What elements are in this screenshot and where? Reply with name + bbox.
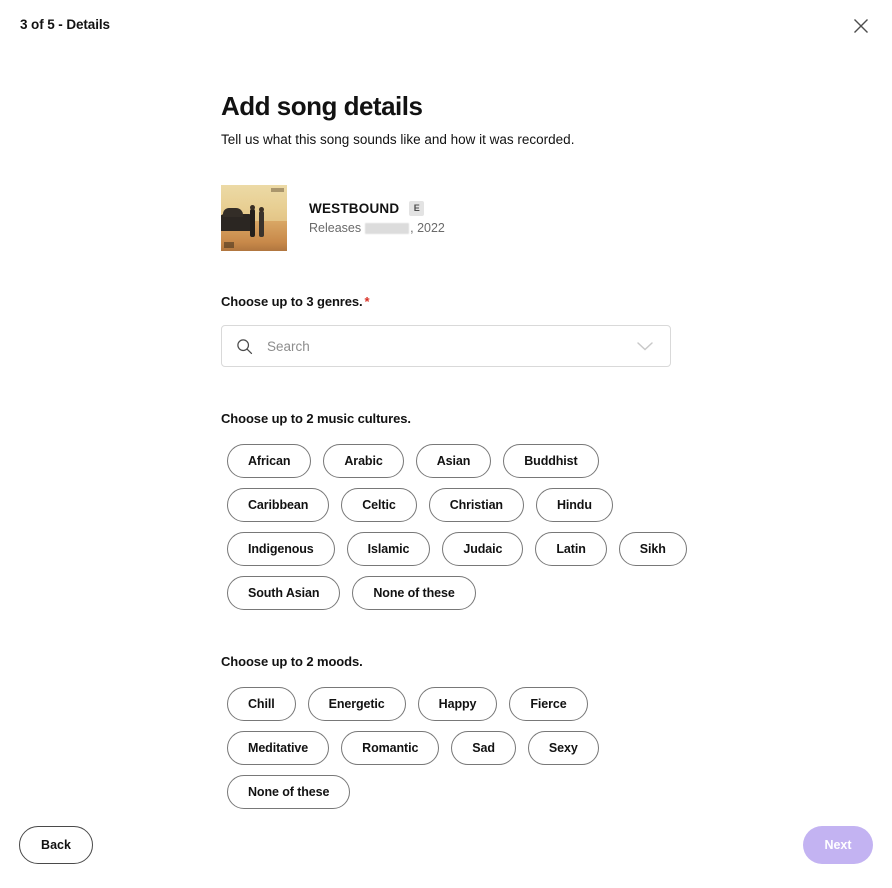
song-summary-card: WESTBOUND E Releases , 2022: [221, 185, 701, 252]
cultures-label: Choose up to 2 music cultures.: [221, 411, 411, 427]
chip-latin[interactable]: Latin: [535, 532, 607, 567]
moods-section: Choose up to 2 moods. Chill Energetic Ha…: [221, 654, 701, 810]
explicit-badge: E: [409, 201, 425, 217]
moods-row-3: None of these: [227, 775, 701, 810]
chip-energetic[interactable]: Energetic: [307, 687, 406, 722]
genres-label-text: Choose up to 3 genres.: [221, 294, 363, 310]
genre-search-box[interactable]: [221, 325, 671, 368]
release-year: , 2022: [410, 221, 445, 236]
moods-row-2: Meditative Romantic Sad Sexy: [227, 731, 701, 766]
back-button[interactable]: Back: [19, 826, 93, 864]
cultures-chip-group: African Arabic Asian Buddhist Caribbean …: [221, 444, 701, 611]
cover-parental-advisory-mark: [224, 242, 234, 249]
song-title: WESTBOUND: [309, 201, 400, 217]
step-indicator: 3 of 5 - Details: [20, 17, 110, 32]
add-song-details-page: 3 of 5 - Details Add song details Tell u…: [0, 0, 892, 888]
chip-buddhist[interactable]: Buddhist: [503, 444, 599, 479]
song-title-row: WESTBOUND E: [309, 201, 445, 217]
song-release-date: Releases , 2022: [309, 221, 445, 235]
chip-celtic[interactable]: Celtic: [341, 488, 417, 523]
chip-happy[interactable]: Happy: [417, 687, 498, 722]
close-icon: [851, 16, 871, 36]
page-subtitle: Tell us what this song sounds like and h…: [221, 131, 575, 147]
moods-row-1: Chill Energetic Happy Fierce: [227, 687, 701, 722]
cultures-row-2: Caribbean Celtic Christian Hindu: [227, 488, 701, 523]
chip-romantic[interactable]: Romantic: [341, 731, 440, 766]
moods-label: Choose up to 2 moods.: [221, 654, 363, 670]
song-metadata: WESTBOUND E Releases , 2022: [309, 201, 445, 235]
chip-asian[interactable]: Asian: [415, 444, 492, 479]
chip-indigenous[interactable]: Indigenous: [227, 532, 335, 567]
cover-figure-right: [259, 206, 265, 237]
chip-sad[interactable]: Sad: [451, 731, 516, 766]
chip-sikh[interactable]: Sikh: [618, 532, 687, 567]
cultures-row-4: South Asian None of these: [227, 576, 701, 611]
cover-top-mark: [271, 188, 284, 193]
close-button[interactable]: [848, 13, 874, 39]
genre-search-input[interactable]: [265, 337, 636, 355]
moods-chip-group: Chill Energetic Happy Fierce Meditative …: [221, 687, 701, 810]
genres-label: Choose up to 3 genres. *: [221, 294, 701, 309]
cultures-row-1: African Arabic Asian Buddhist: [227, 444, 701, 479]
chevron-down-icon[interactable]: [636, 340, 654, 352]
search-icon: [236, 338, 253, 355]
cultures-row-3: Indigenous Islamic Judaic Latin Sikh: [227, 532, 701, 567]
next-button[interactable]: Next: [803, 826, 873, 864]
album-cover-art: [221, 185, 287, 252]
chip-african[interactable]: African: [227, 444, 312, 479]
chip-caribbean[interactable]: Caribbean: [227, 488, 330, 523]
chip-christian[interactable]: Christian: [428, 488, 524, 523]
redacted-date: [365, 222, 410, 234]
footer-bar: Back Next: [0, 826, 892, 868]
music-cultures-section: Choose up to 2 music cultures. African A…: [221, 411, 701, 611]
cover-figure-left: [250, 204, 256, 237]
chip-moods-none-of-these[interactable]: None of these: [227, 775, 351, 810]
page-title: Add song details: [221, 91, 423, 121]
chip-chill[interactable]: Chill: [227, 687, 296, 722]
chip-sexy[interactable]: Sexy: [527, 731, 599, 766]
chip-hindu[interactable]: Hindu: [535, 488, 613, 523]
main-content: Add song details Tell us what this song …: [221, 91, 701, 819]
chip-judaic[interactable]: Judaic: [442, 532, 524, 567]
chip-meditative[interactable]: Meditative: [227, 731, 330, 766]
chip-fierce[interactable]: Fierce: [509, 687, 588, 722]
release-prefix: Releases: [309, 221, 362, 236]
chip-cultures-none-of-these[interactable]: None of these: [352, 576, 476, 611]
genres-section: Choose up to 3 genres. *: [221, 294, 701, 368]
chip-islamic[interactable]: Islamic: [346, 532, 431, 567]
required-asterisk: *: [364, 294, 370, 310]
chip-arabic[interactable]: Arabic: [323, 444, 404, 479]
chip-south-asian[interactable]: South Asian: [227, 576, 341, 611]
top-bar: 3 of 5 - Details: [0, 0, 892, 50]
